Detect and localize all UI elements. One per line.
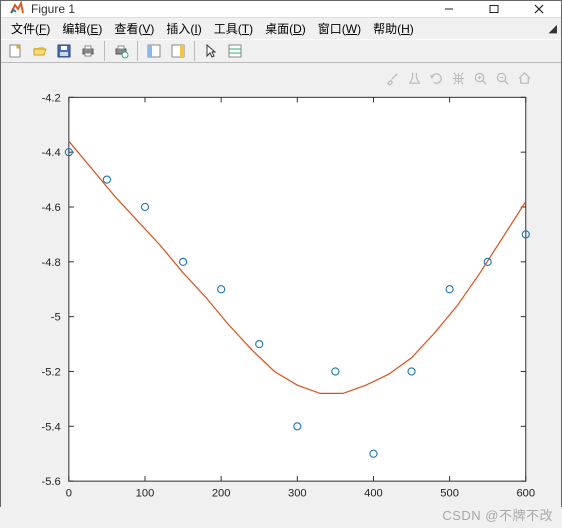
menubar: 文件(F)编辑(E)查看(V)插入(I)工具(T)桌面(D)窗口(W)帮助(H)… — [1, 18, 561, 39]
window-title: Figure 1 — [31, 2, 426, 16]
axes-toolbar — [383, 69, 533, 87]
menu-h[interactable]: 帮助(H) — [367, 18, 420, 39]
brush-icon[interactable] — [383, 69, 401, 87]
toolbar-separator — [104, 41, 105, 61]
plot-area: 0 100 200 300 400 500 600 -5.6 -5.4 -5.2 -5 -4.8 -4.… — [1, 63, 561, 528]
print-icon[interactable] — [77, 40, 99, 62]
menu-e[interactable]: 编辑(E) — [56, 18, 108, 39]
ytick-label: -5.6 — [41, 476, 60, 488]
watermark: CSDN @不牌不改 — [442, 505, 553, 524]
toolbar-separator — [194, 41, 195, 61]
toolbar-separator — [137, 41, 138, 61]
pointer-icon[interactable] — [200, 40, 222, 62]
open-icon[interactable] — [29, 40, 51, 62]
titlebar: Figure 1 — [1, 1, 561, 18]
figure-window: Figure 1 文件(F)编辑(E)查看(V)插入(I)工具(T)桌面(D)窗… — [0, 0, 562, 507]
ytick-label: -5 — [51, 312, 61, 324]
xtick-label: 400 — [364, 487, 383, 499]
window-controls — [426, 1, 561, 17]
print-preview-icon[interactable] — [110, 40, 132, 62]
chart[interactable]: 0 100 200 300 400 500 600 -5.6 -5.4 -5.2 -5 -4.8 -4.… — [13, 75, 541, 512]
xtick-label: 100 — [136, 487, 155, 499]
pan-icon[interactable] — [449, 69, 467, 87]
menu-i[interactable]: 插入(I) — [160, 18, 207, 39]
xtick-label: 300 — [288, 487, 307, 499]
xtick-label: 0 — [66, 487, 72, 499]
menu-d[interactable]: 桌面(D) — [259, 18, 312, 39]
axes-box — [69, 97, 526, 481]
new-figure-icon[interactable] — [5, 40, 27, 62]
rotate-icon[interactable] — [427, 69, 445, 87]
menu-f[interactable]: 文件(F) — [5, 18, 56, 39]
menu-v[interactable]: 查看(V) — [108, 18, 160, 39]
ytick-label: -5.2 — [41, 367, 60, 379]
data-cursor-icon[interactable] — [224, 40, 246, 62]
save-icon[interactable] — [53, 40, 75, 62]
xtick-label: 600 — [516, 487, 535, 499]
ytick-label: -4.2 — [41, 92, 60, 104]
xtick-label: 500 — [440, 487, 459, 499]
link-icon[interactable] — [143, 40, 165, 62]
colorbar-icon[interactable] — [167, 40, 189, 62]
matlab-icon — [9, 1, 25, 17]
flask-icon[interactable] — [405, 69, 423, 87]
ytick-label: -4.4 — [41, 147, 60, 159]
menu-t[interactable]: 工具(T) — [208, 18, 259, 39]
menu-w[interactable]: 窗口(W) — [312, 18, 367, 39]
home-icon[interactable] — [515, 69, 533, 87]
zoom-in-icon[interactable] — [471, 69, 489, 87]
minimize-button[interactable] — [426, 1, 471, 17]
xtick-label: 200 — [212, 487, 231, 499]
ytick-label: -4.6 — [41, 202, 60, 214]
menubar-overflow-icon[interactable]: ◢ — [549, 22, 557, 35]
zoom-out-icon[interactable] — [493, 69, 511, 87]
close-button[interactable] — [516, 1, 561, 17]
ytick-label: -5.4 — [41, 421, 60, 433]
ytick-label: -4.8 — [41, 257, 60, 269]
maximize-button[interactable] — [471, 1, 516, 17]
toolbar — [1, 39, 561, 63]
